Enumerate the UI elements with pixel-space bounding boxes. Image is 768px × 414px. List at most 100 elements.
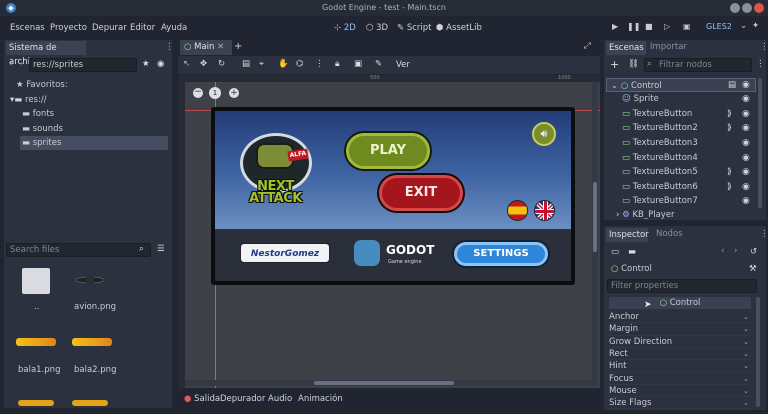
bala4-thumb[interactable]: [72, 400, 108, 406]
pause-icon[interactable]: ❚❚: [627, 22, 640, 31]
node-texturebutton[interactable]: ▭ TextureButton: [606, 107, 756, 121]
renderer-label[interactable]: GLES2: [706, 22, 732, 31]
exit-button[interactable]: EXIT: [379, 175, 463, 211]
move-tool-icon[interactable]: ✥: [200, 59, 207, 69]
node-texturebutton4[interactable]: ▭ TextureButton4: [606, 151, 756, 165]
settings-button[interactable]: SETTINGS: [454, 242, 548, 266]
visibility-eye-icon[interactable]: ◉: [742, 94, 750, 104]
workspace-3d[interactable]: ⬡ 3D: [366, 18, 388, 38]
select-tool-icon[interactable]: ↖: [183, 59, 190, 69]
node-kb-player[interactable]: › ⚙ KB_Player: [606, 208, 756, 219]
toggle-split-icon[interactable]: ◉: [157, 59, 164, 69]
nodes-tab[interactable]: Nodos: [656, 229, 683, 239]
play-custom-icon[interactable]: ▣: [683, 22, 691, 31]
prop-margin[interactable]: Margin ⌄: [609, 323, 751, 336]
load-resource-icon[interactable]: ▬: [628, 247, 636, 257]
menu-depurar[interactable]: Depurar: [92, 18, 127, 38]
favorites-item[interactable]: ★ Favoritos:: [16, 78, 68, 92]
tab-depurador[interactable]: Depurador: [220, 394, 265, 404]
signal-icon[interactable]: ⟫: [727, 167, 732, 177]
menu-ayuda[interactable]: Ayuda: [161, 18, 187, 38]
inspector-section-header[interactable]: ○ Control: [609, 297, 751, 309]
node-sprite[interactable]: ☺ Sprite: [606, 92, 756, 106]
menu-proyecto[interactable]: Proyecto: [50, 18, 87, 38]
tab-animacion[interactable]: Animación: [298, 394, 343, 404]
filter-nodes-input[interactable]: Filtrar nodos: [644, 58, 752, 72]
prop-size-flags[interactable]: Size Flags ⌄: [609, 397, 751, 410]
viewport-vscroll-thumb[interactable]: [593, 182, 597, 252]
tree-res[interactable]: ▾▬ res://: [10, 93, 47, 107]
stop-icon[interactable]: ■: [645, 22, 653, 31]
skeleton-icon[interactable]: ✎: [375, 59, 382, 69]
forward-icon[interactable]: ›: [20, 59, 23, 69]
visibility-eye-icon[interactable]: ◉: [742, 167, 750, 177]
scene-tree-scrollbar[interactable]: [758, 78, 762, 208]
menu-editor[interactable]: Editor: [130, 18, 155, 38]
inspector-dock-menu-icon[interactable]: ⋮: [760, 229, 768, 239]
inspected-node[interactable]: ○ Control: [611, 264, 652, 274]
view-menu[interactable]: Ver: [396, 60, 410, 70]
favorite-star-icon[interactable]: ★: [142, 59, 150, 69]
bala1-thumb[interactable]: [16, 338, 56, 346]
node-texturebutton5[interactable]: ▭ TextureButton5: [606, 165, 756, 179]
import-tab[interactable]: Importar: [650, 42, 687, 52]
visibility-eye-icon[interactable]: ◉: [742, 138, 750, 148]
close-tab-icon[interactable]: ✕: [217, 42, 224, 52]
folder-up-thumb[interactable]: [22, 268, 50, 294]
close-window-button[interactable]: [754, 3, 764, 13]
visibility-eye-icon[interactable]: ◉: [742, 123, 750, 133]
play-scene-icon[interactable]: ▷: [664, 22, 670, 31]
tree-fonts[interactable]: ▬ fonts: [22, 107, 54, 121]
snap-icon[interactable]: ⌬: [296, 59, 303, 69]
menu-escenas[interactable]: Escenas: [10, 18, 45, 38]
prop-mouse[interactable]: Mouse ⌄: [609, 385, 751, 398]
history-forward-icon[interactable]: ›: [734, 246, 737, 256]
node-tools-icon[interactable]: ⚒: [749, 264, 757, 274]
tab-audio[interactable]: Audio: [268, 394, 292, 404]
bala3-thumb[interactable]: [18, 400, 54, 406]
add-tab-icon[interactable]: +: [234, 41, 242, 52]
bala2-thumb[interactable]: [72, 338, 112, 346]
search-files-input[interactable]: Search files: [6, 243, 151, 257]
zoom-in-button[interactable]: +: [229, 88, 239, 98]
link-icon[interactable]: ⛓: [628, 59, 639, 69]
snap-options-icon[interactable]: ⋮: [315, 59, 324, 69]
distraction-free-icon[interactable]: ⤢: [584, 41, 591, 51]
tree-sprites[interactable]: ▬ sprites: [20, 136, 168, 150]
add-node-icon[interactable]: +: [610, 58, 619, 71]
prop-anchor[interactable]: Anchor ⌄: [609, 311, 751, 324]
scene-options-icon[interactable]: ⋮: [756, 59, 765, 69]
viewport-hscroll-thumb[interactable]: [314, 381, 454, 385]
filesystem-tab[interactable]: Sistema de archivos: [6, 41, 86, 67]
prop-hint[interactable]: Hint ⌄: [609, 360, 751, 373]
rotate-tool-icon[interactable]: ↻: [218, 59, 225, 69]
maximize-button[interactable]: [742, 3, 752, 13]
signal-icon[interactable]: ⟫: [727, 109, 732, 119]
prop-grow-direction[interactable]: Grow Direction ⌄: [609, 336, 751, 348]
inspector-tab[interactable]: Inspector: [606, 228, 649, 242]
path-field[interactable]: res://sprites: [29, 58, 137, 72]
visibility-eye-icon[interactable]: ◉: [742, 153, 750, 163]
scene-dock-menu-icon[interactable]: ⋮: [760, 42, 768, 52]
tab-salida[interactable]: ● Salida: [184, 394, 220, 404]
dock-menu-icon[interactable]: ⋮: [165, 42, 174, 52]
node-texturebutton3[interactable]: ▭ TextureButton3: [606, 136, 756, 150]
signal-icon[interactable]: ⟫: [727, 123, 732, 133]
scene-tab-main[interactable]: ○ Main ✕: [180, 40, 232, 55]
avion-thumb[interactable]: [70, 272, 110, 286]
workspace-assetlib[interactable]: ⬢ AssetLib: [436, 18, 482, 38]
uk-flag-button[interactable]: [534, 200, 555, 221]
group-icon[interactable]: ▣: [354, 59, 362, 69]
history-back-icon[interactable]: ‹: [721, 246, 724, 256]
tree-sounds[interactable]: ▬ sounds: [22, 122, 63, 136]
sound-toggle-button[interactable]: 🔊︎: [532, 122, 556, 146]
node-texturebutton2[interactable]: ▭ TextureButton2: [606, 121, 756, 135]
back-icon[interactable]: ‹: [9, 59, 12, 69]
scene-tab[interactable]: Escenas: [606, 41, 646, 55]
minimize-button[interactable]: [730, 3, 740, 13]
workspace-2d[interactable]: ⊹ 2D: [334, 18, 356, 38]
play-icon[interactable]: ▶: [612, 22, 618, 31]
visibility-eye-icon[interactable]: ◉: [742, 182, 750, 192]
script-icon[interactable]: ▤: [728, 80, 736, 90]
workspace-script[interactable]: ✎ Script: [397, 18, 431, 38]
